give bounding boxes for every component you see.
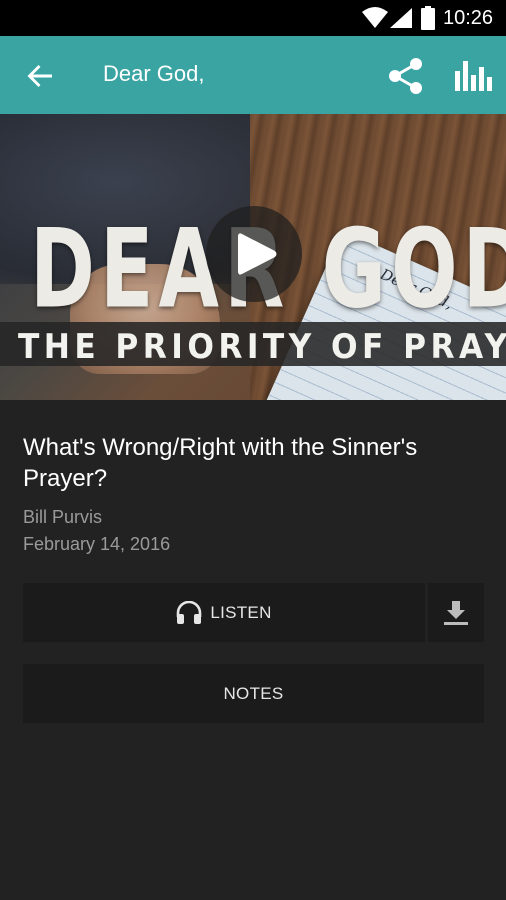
share-icon[interactable] [386, 57, 426, 95]
app-bar: Dear God, [0, 36, 506, 114]
page-title: Dear God, [103, 61, 205, 86]
series-subtitle: THE PRIORITY OF PRAYER [18, 327, 506, 367]
signal-icon [390, 8, 412, 28]
episode-title: What's Wrong/Right with the Sinner's Pra… [23, 434, 418, 492]
speaker-name: Bill Purvis [23, 507, 103, 527]
episode-date: February 14, 2016 [23, 534, 171, 554]
notes-button[interactable]: NOTES [23, 664, 484, 723]
stats-icon[interactable] [454, 59, 492, 93]
status-time: 10:26 [443, 7, 494, 29]
listen-label: LISTEN [210, 602, 272, 622]
play-button[interactable] [206, 206, 302, 302]
download-icon [444, 601, 468, 625]
wifi-icon [362, 7, 388, 28]
battery-icon [421, 6, 435, 30]
download-button[interactable] [428, 583, 484, 642]
back-arrow-icon[interactable] [24, 60, 56, 92]
notes-label: NOTES [223, 683, 284, 703]
play-icon [238, 233, 277, 275]
series-artwork[interactable]: Dear God, DEAR GOD, THE PRIORITY OF PRAY… [0, 114, 506, 400]
headphones-icon [177, 600, 202, 624]
status-bar: 10:26 [0, 0, 506, 36]
listen-button[interactable]: LISTEN [23, 583, 425, 642]
